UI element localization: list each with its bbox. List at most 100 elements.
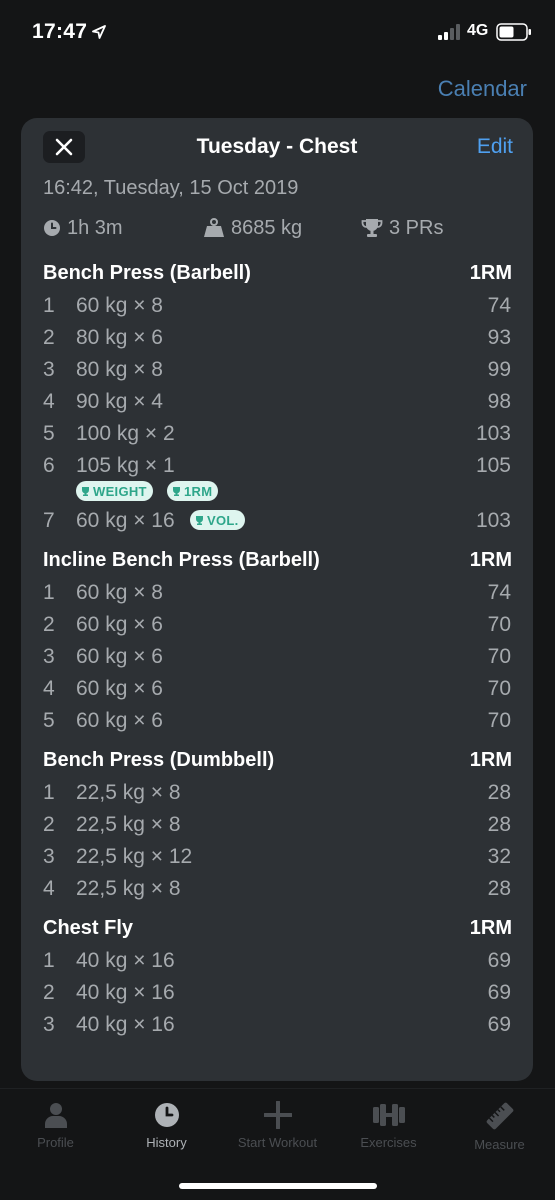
set-number: 1 xyxy=(43,581,55,604)
set-1rm: 69 xyxy=(487,1013,511,1036)
tab-exercises[interactable]: Exercises xyxy=(333,1101,444,1150)
set-number: 4 xyxy=(43,877,55,900)
pr-badges-inline: VOL. xyxy=(190,510,245,530)
set-1rm: 74 xyxy=(487,581,511,604)
set-number: 7 xyxy=(43,509,55,532)
location-arrow-icon xyxy=(92,25,106,39)
exercise-header: Incline Bench Press (Barbell) 1RM xyxy=(21,545,533,577)
pr-badge-1rm: 1RM xyxy=(167,481,219,501)
exercise-metric-header: 1RM xyxy=(469,917,512,939)
set-row: 3 40 kg × 16 69 xyxy=(21,1009,533,1041)
tab-label: Measure xyxy=(474,1137,525,1152)
tab-label: Profile xyxy=(37,1135,74,1150)
set-number: 5 xyxy=(43,709,55,732)
set-1rm: 28 xyxy=(487,877,511,900)
set-row: 6 105 kg × 1 105 xyxy=(21,450,533,478)
set-row: 5 60 kg × 6 70 xyxy=(21,705,533,737)
trophy-icon xyxy=(173,486,180,496)
set-description: 40 kg × 16 xyxy=(76,981,175,1004)
clock-icon xyxy=(44,220,60,236)
exercise-block: Incline Bench Press (Barbell) 1RM 1 60 k… xyxy=(21,545,533,737)
set-row: 3 80 kg × 8 99 xyxy=(21,354,533,386)
battery-icon xyxy=(496,23,531,41)
set-1rm: 69 xyxy=(487,981,511,1004)
set-description: 90 kg × 4 xyxy=(76,390,163,413)
set-description: 80 kg × 8 xyxy=(76,358,163,381)
set-number: 2 xyxy=(43,981,55,1004)
person-icon xyxy=(44,1103,67,1128)
volume-value: 8685 kg xyxy=(231,216,303,239)
set-row: 4 90 kg × 4 98 xyxy=(21,386,533,418)
exercise-name: Bench Press (Barbell) xyxy=(43,262,251,284)
set-description: 100 kg × 2 xyxy=(76,422,175,445)
status-time: 17:47 xyxy=(32,20,88,43)
set-number: 1 xyxy=(43,949,55,972)
set-description: 60 kg × 6 xyxy=(76,709,163,732)
set-description: 60 kg × 6 xyxy=(76,677,163,700)
duration-value: 1h 3m xyxy=(67,216,123,239)
tab-profile[interactable]: Profile xyxy=(0,1101,111,1150)
tab-history[interactable]: History xyxy=(111,1101,222,1150)
set-description: 60 kg × 16 xyxy=(76,509,175,532)
set-row: 4 60 kg × 6 70 xyxy=(21,673,533,705)
pr-badge-weight: WEIGHT xyxy=(76,481,153,501)
calendar-button[interactable]: Calendar xyxy=(438,76,527,102)
set-row: 7 60 kg × 16 VOL. 103 xyxy=(21,505,533,537)
set-number: 3 xyxy=(43,358,55,381)
dumbbell-icon xyxy=(372,1104,405,1126)
set-row: 1 22,5 kg × 8 28 xyxy=(21,777,533,809)
set-number: 2 xyxy=(43,813,55,836)
exercise-block: Bench Press (Dumbbell) 1RM 1 22,5 kg × 8… xyxy=(21,745,533,905)
tab-label: History xyxy=(146,1135,187,1150)
set-1rm: 70 xyxy=(487,645,511,668)
volume-stat: 8685 kg xyxy=(203,215,302,241)
exercise-header: Bench Press (Barbell) 1RM xyxy=(21,258,533,290)
set-description: 60 kg × 6 xyxy=(76,645,163,668)
exercise-header: Bench Press (Dumbbell) 1RM xyxy=(21,745,533,777)
set-number: 3 xyxy=(43,645,55,668)
trophy-icon xyxy=(82,486,89,496)
set-row: 1 60 kg × 8 74 xyxy=(21,290,533,322)
set-description: 80 kg × 6 xyxy=(76,326,163,349)
set-1rm: 28 xyxy=(487,781,511,804)
set-number: 3 xyxy=(43,845,55,868)
set-row: 1 60 kg × 8 74 xyxy=(21,577,533,609)
set-description: 105 kg × 1 xyxy=(76,454,175,477)
trophy-icon xyxy=(196,515,203,525)
clock-icon xyxy=(154,1103,179,1127)
set-number: 4 xyxy=(43,390,55,413)
exercise-header: Chest Fly 1RM xyxy=(21,913,533,945)
set-description: 60 kg × 6 xyxy=(76,613,163,636)
weight-icon xyxy=(204,218,224,237)
set-description: 22,5 kg × 8 xyxy=(76,781,181,804)
edit-button[interactable]: Edit xyxy=(477,135,513,159)
trophy-icon xyxy=(361,219,383,237)
set-row: 3 22,5 kg × 12 32 xyxy=(21,841,533,873)
set-row: 2 22,5 kg × 8 28 xyxy=(21,809,533,841)
workout-stats: 1h 3m 8685 kg 3 PRs xyxy=(43,215,513,245)
workout-detail-sheet: Tuesday - Chest Edit 16:42, Tuesday, 15 … xyxy=(21,118,533,1081)
exercise-name: Chest Fly xyxy=(43,917,134,939)
plus-icon xyxy=(263,1101,292,1129)
set-1rm: 69 xyxy=(487,949,511,972)
exercise-block: Bench Press (Barbell) 1RM 1 60 kg × 8 74… xyxy=(21,258,533,537)
set-1rm: 74 xyxy=(487,294,511,317)
set-row: 5 100 kg × 2 103 xyxy=(21,418,533,450)
set-number: 1 xyxy=(43,781,55,804)
set-1rm: 93 xyxy=(487,326,511,349)
set-number: 1 xyxy=(43,294,55,317)
home-indicator xyxy=(179,1183,377,1189)
set-description: 40 kg × 16 xyxy=(76,1013,175,1036)
set-1rm: 70 xyxy=(487,677,511,700)
exercise-metric-header: 1RM xyxy=(469,262,512,284)
set-1rm: 105 xyxy=(475,454,511,477)
workout-title: Tuesday - Chest xyxy=(196,135,358,158)
tab-start-workout[interactable]: Start Workout xyxy=(222,1101,333,1150)
ruler-icon xyxy=(486,1102,513,1130)
set-number: 3 xyxy=(43,1013,55,1036)
set-row: 2 40 kg × 16 69 xyxy=(21,977,533,1009)
tab-measure[interactable]: Measure xyxy=(444,1101,555,1152)
set-number: 4 xyxy=(43,677,55,700)
set-1rm: 70 xyxy=(487,613,511,636)
set-row: 4 22,5 kg × 8 28 xyxy=(21,873,533,905)
